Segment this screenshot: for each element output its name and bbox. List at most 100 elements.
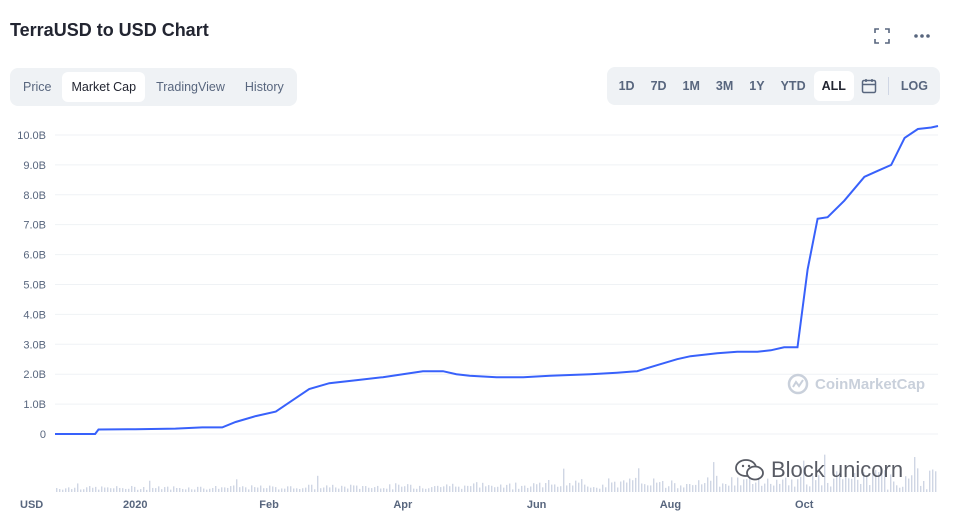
volume-bar [119, 487, 121, 492]
volume-bar [413, 488, 415, 492]
volume-bar [422, 488, 424, 492]
volume-bar [593, 487, 595, 492]
volume-bar [209, 488, 211, 492]
volume-bar [344, 486, 346, 492]
volume-bar [527, 487, 529, 492]
coinmarketcap-logo-icon [787, 373, 809, 395]
volume-bar [677, 488, 679, 492]
volume-bar [272, 486, 274, 492]
volume-bar [215, 485, 217, 492]
volume-bar [503, 487, 505, 492]
y-tick-label: 6.0B [23, 250, 46, 262]
volume-bar [230, 486, 232, 492]
volume-bar [656, 482, 658, 492]
y-tick-label: 8.0B [23, 190, 46, 202]
volume-bar [404, 486, 406, 492]
volume-bar [179, 488, 181, 492]
volume-bar [470, 486, 472, 492]
volume-bar [494, 487, 496, 492]
volume-bar [338, 488, 340, 492]
volume-bar [464, 485, 466, 492]
volume-bar [899, 487, 901, 492]
x-tick-label: Aug [660, 499, 681, 511]
volume-bar [149, 480, 151, 492]
volume-bar [458, 486, 460, 492]
volume-bar [569, 483, 571, 492]
volume-bar [227, 487, 229, 492]
volume-bar [305, 487, 307, 492]
volume-bar [779, 483, 781, 492]
volume-bar [92, 487, 94, 492]
volume-bar [452, 483, 454, 492]
volume-bar [383, 488, 385, 492]
volume-bar [650, 485, 652, 492]
volume-bar [554, 484, 556, 492]
volume-bar [77, 483, 79, 492]
volume-bar [524, 485, 526, 492]
volume-bar [905, 476, 907, 492]
volume-bar [206, 489, 208, 492]
volume-bar [440, 487, 442, 492]
y-tick-label: 7.0B [23, 220, 46, 232]
volume-bar [665, 487, 667, 492]
volume-bar [734, 485, 736, 492]
volume-bar [86, 487, 88, 492]
volume-bar [233, 485, 235, 492]
volume-bar [224, 487, 226, 492]
volume-bar [242, 486, 244, 492]
volume-bar [683, 487, 685, 492]
volume-bar [497, 486, 499, 492]
volume-bar [212, 487, 214, 492]
volume-bar [500, 484, 502, 492]
volume-bar [122, 488, 124, 492]
volume-bar [200, 486, 202, 492]
volume-bar [443, 486, 445, 492]
volume-bar [359, 488, 361, 492]
volume-bar [695, 484, 697, 492]
volume-bar [203, 488, 205, 492]
y-tick-label: 5.0B [23, 279, 46, 291]
volume-bar [293, 488, 295, 492]
volume-bar [389, 484, 391, 492]
volume-bar [692, 485, 694, 492]
volume-bar [290, 486, 292, 492]
volume-bar [488, 485, 490, 492]
watermark-brand: CoinMarketCap [815, 375, 926, 393]
volume-bar [254, 487, 256, 492]
volume-bar [278, 489, 280, 492]
volume-bar [686, 484, 688, 492]
volume-bar [428, 488, 430, 492]
volume-bar [110, 488, 112, 492]
volume-bar [926, 489, 928, 492]
volume-bar [158, 486, 160, 492]
volume-bar [710, 480, 712, 492]
volume-bar [65, 488, 67, 492]
volume-bar [356, 485, 358, 492]
y-tick-label: 2.0B [23, 369, 46, 381]
volume-bar [545, 483, 547, 492]
volume-bar [530, 486, 532, 492]
volume-bar [155, 488, 157, 492]
volume-bar [410, 484, 412, 492]
volume-bar [542, 487, 544, 492]
volume-bar [935, 471, 937, 492]
volume-bar [368, 487, 370, 492]
volume-bar [137, 489, 139, 492]
volume-bar [485, 486, 487, 492]
volume-bar [608, 478, 610, 492]
volume-bar [689, 484, 691, 492]
volume-bar [788, 485, 790, 492]
volume-bar [728, 485, 730, 492]
volume-bar [659, 482, 661, 492]
volume-bar [761, 485, 763, 492]
volume-bar [362, 486, 364, 492]
volume-bar [134, 486, 136, 492]
volume-bar [437, 485, 439, 492]
volume-bar [266, 488, 268, 492]
volume-bar [416, 488, 418, 492]
volume-bar [395, 483, 397, 492]
volume-bar [62, 489, 64, 492]
volume-bar [380, 488, 382, 492]
volume-bar [128, 488, 130, 492]
volume-bar [860, 483, 862, 492]
